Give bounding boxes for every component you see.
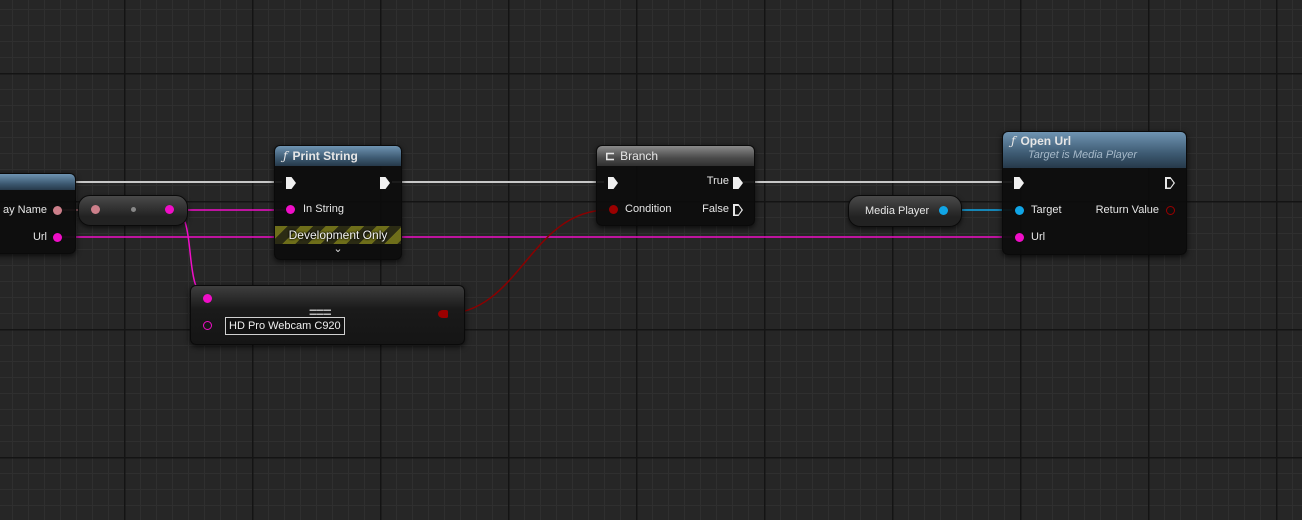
string-input-pin-a[interactable] [203,294,212,303]
false-label: False [702,203,729,215]
conversion-node[interactable] [78,195,188,226]
branch-icon: ⊏ [605,149,616,163]
pin-label-display-name: ay Name [2,204,47,216]
expand-chevron-icon[interactable]: ⌄ [275,242,401,255]
open-url-header: ƒ Open Url Target is Media Player [1003,132,1186,168]
url-label: Url [1031,231,1046,243]
exec-input-pin[interactable] [1014,177,1024,189]
bool-output-pin[interactable] [438,310,448,318]
string-input-pin-b[interactable] [203,321,212,330]
media-player-label: Media Player [865,205,930,217]
name-input-pin[interactable] [91,205,100,214]
condition-label: Condition [625,203,672,215]
function-icon: ƒ [1011,134,1016,148]
function-icon: ƒ [283,149,288,163]
print-string-header: ƒ Print String [275,146,401,166]
wire-layer [0,181,1012,315]
target-pin[interactable] [1015,206,1024,215]
open-url-node[interactable]: ƒ Open Url Target is Media Player Target… [1002,131,1187,255]
exec-output-pin[interactable] [1165,177,1175,189]
pin-label-url: Url [32,231,47,243]
true-label: True [706,175,729,187]
exec-input-pin[interactable] [608,177,618,189]
open-url-subtitle: Target is Media Player [1028,149,1138,161]
true-exec-pin[interactable] [733,177,743,189]
left-event-node[interactable]: ay Name Url [0,173,76,254]
target-label: Target [1031,204,1062,216]
return-value-label: Return Value [1095,204,1159,216]
in-string-label: In String [303,203,344,215]
url-input-pin[interactable] [1015,233,1024,242]
branch-title: Branch [620,149,659,163]
print-string-title: Print String [292,149,358,163]
in-string-pin[interactable] [286,205,295,214]
object-output-pin[interactable] [939,206,948,215]
media-player-variable[interactable]: Media Player [848,195,962,227]
conversion-icon [131,207,136,212]
name-output-pin[interactable] [53,206,62,215]
branch-node[interactable]: ⊏ Branch True Condition False [596,145,755,226]
string-literal-input[interactable]: HD Pro Webcam C920 [225,317,345,335]
false-exec-pin[interactable] [733,204,743,216]
bool-wire [443,209,609,315]
exec-output-pin[interactable] [380,177,390,189]
open-url-title: Open Url [1020,134,1072,148]
string-output-pin[interactable] [165,205,174,214]
print-string-node[interactable]: ƒ Print String In String Development Onl… [274,145,402,260]
equal-string-node[interactable]: === HD Pro Webcam C920 [190,285,465,345]
url-output-pin[interactable] [53,233,62,242]
condition-pin[interactable] [609,205,618,214]
branch-header: ⊏ Branch [597,146,754,166]
left-node-header [0,174,75,190]
exec-input-pin[interactable] [286,177,296,189]
return-value-pin[interactable] [1166,206,1175,215]
